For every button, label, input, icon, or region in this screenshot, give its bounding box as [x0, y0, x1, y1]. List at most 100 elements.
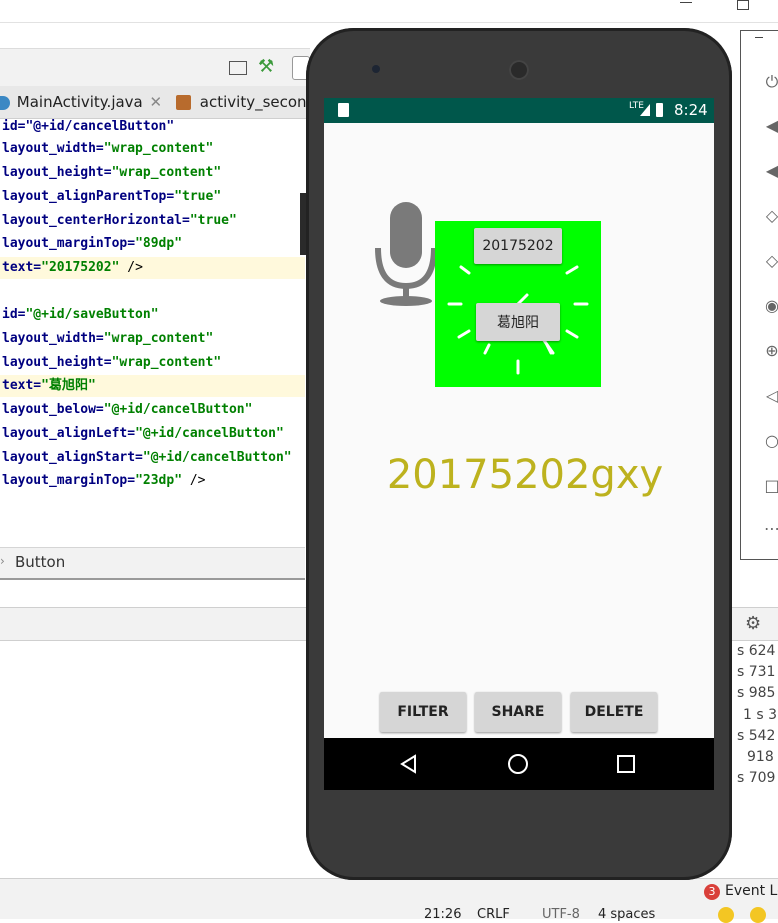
log-line: s 542 — [737, 728, 776, 744]
divider — [0, 22, 778, 23]
log-line: 1 s 3 — [743, 707, 778, 723]
battery-icon — [656, 103, 663, 117]
feedback-smiley-icon[interactable] — [750, 907, 766, 923]
gear-icon[interactable]: ⚙ — [745, 613, 761, 634]
log-line: s 709 — [737, 770, 776, 786]
status-time: 8:24 — [674, 101, 708, 119]
panel-splitter[interactable] — [0, 578, 305, 580]
code-attr: layout_alignStart= — [2, 450, 143, 465]
code-value: "true" — [174, 189, 222, 204]
code-attr: layout_alignLeft= — [2, 426, 136, 441]
build-hammer-icon[interactable]: ⚒ — [258, 57, 274, 77]
code-text: id="@+id/cancelButton" — [2, 119, 175, 134]
code-line-highlighted: text="葛旭阳" — [0, 375, 305, 397]
tab-activity-second[interactable]: activity_second — [176, 86, 310, 118]
power-icon[interactable]: ⏻ — [763, 73, 778, 91]
camera-icon[interactable]: ◉ — [763, 297, 778, 315]
code-line: layout_alignParentTop="true" — [2, 186, 221, 208]
volume-up-icon[interactable]: ◀ — [763, 117, 778, 135]
rotate-right-icon[interactable]: ◇ — [763, 252, 778, 270]
rotate-left-icon[interactable]: ◇ — [763, 207, 778, 225]
code-line-highlighted: text="20175202" /> — [0, 257, 305, 279]
code-line: id="@+id/saveButton" — [2, 304, 159, 326]
feedback-smiley-icon[interactable] — [718, 907, 734, 923]
chevron-right-icon: › — [0, 554, 5, 568]
overview-icon[interactable]: □ — [763, 477, 778, 495]
code-value: "20175202" — [41, 260, 120, 275]
code-value: "wrap_content" — [103, 141, 214, 156]
number-button[interactable]: 20175202 — [474, 228, 562, 264]
code-editor[interactable]: id="@+id/cancelButton" layout_width="wra… — [0, 119, 305, 546]
code-line: layout_marginTop="89dp" — [2, 233, 182, 255]
share-button[interactable]: SHARE — [475, 692, 561, 732]
signal-icon — [640, 104, 650, 116]
code-value: "23dp" — [135, 473, 183, 488]
maximize-icon[interactable] — [737, 0, 749, 10]
code-value: "true" — [189, 213, 237, 228]
breadcrumb-item[interactable]: Button — [15, 553, 65, 571]
ide-status-bar: 21:26 CRLF UTF-8 4 spaces — [0, 903, 778, 923]
filter-button[interactable]: FILTER — [380, 692, 466, 732]
big-text-label: 20175202gxy — [386, 452, 664, 498]
code-value: "@+id/saveButton" — [25, 307, 159, 322]
minimize-icon[interactable] — [680, 2, 692, 3]
editor-tabs: MainActivity.java ✕ activity_second — [0, 86, 310, 119]
code-attr: id= — [2, 307, 26, 322]
tab-mainactivity[interactable]: MainActivity.java ✕ — [0, 86, 160, 118]
log-line: s 731 — [737, 664, 776, 680]
delete-button[interactable]: DELETE — [571, 692, 657, 732]
code-attr: layout_marginTop= — [2, 473, 136, 488]
microphone-icon — [375, 202, 437, 306]
zoom-icon[interactable]: ⊕ — [763, 342, 778, 360]
code-attr: layout_centerHorizontal= — [2, 213, 190, 228]
code-line: layout_below="@+id/cancelButton" — [2, 399, 252, 421]
code-line: layout_alignLeft="@+id/cancelButton" — [2, 423, 284, 445]
indent-setting[interactable]: 4 spaces — [598, 907, 655, 922]
home-icon[interactable]: ○ — [763, 432, 778, 450]
caret-position[interactable]: 21:26 — [424, 907, 461, 922]
tool-window-bar: 3 Event Lo — [0, 878, 778, 903]
code-value: "89dp" — [135, 236, 183, 251]
name-button[interactable]: 葛旭阳 — [476, 303, 560, 341]
code-value: "葛旭阳" — [41, 378, 96, 393]
code-tag-end: /> — [119, 260, 143, 275]
code-tag-end: /> — [182, 473, 206, 488]
code-attr: text= — [2, 378, 42, 393]
code-attr: layout_width= — [2, 141, 104, 156]
code-attr: layout_height= — [2, 165, 112, 180]
run-config-icon[interactable] — [229, 61, 247, 75]
code-value: "wrap_content" — [111, 165, 222, 180]
code-line: id="@+id/cancelButton" — [2, 116, 174, 138]
close-icon[interactable]: ✕ — [150, 93, 160, 111]
code-value: "wrap_content" — [111, 355, 222, 370]
java-class-icon — [0, 95, 10, 110]
code-value: "wrap_content" — [103, 331, 214, 346]
code-line: layout_alignStart="@+id/cancelButton" — [2, 447, 292, 469]
code-attr: layout_alignParentTop= — [2, 189, 175, 204]
phone-screen: LTE 8:24 20175202 葛旭阳 20175202gxy FILTER — [324, 98, 714, 790]
code-value: "@+id/cancelButton" — [103, 402, 253, 417]
log-line: s 985 — [737, 685, 776, 701]
tab-label: activity_second — [199, 93, 310, 111]
back-icon[interactable]: ◁ — [763, 387, 778, 405]
sd-card-icon — [338, 103, 349, 117]
event-log-badge: 3 — [704, 884, 720, 900]
minimize-icon[interactable] — [755, 37, 763, 38]
code-attr: text= — [2, 260, 42, 275]
file-encoding[interactable]: UTF-8 — [542, 907, 580, 922]
side-button[interactable] — [300, 193, 306, 255]
speaker-grille-icon — [509, 60, 529, 80]
code-attr: layout_height= — [2, 355, 112, 370]
volume-down-icon[interactable]: ◀ — [763, 162, 778, 180]
xml-file-icon — [176, 95, 191, 110]
code-attr: layout_width= — [2, 331, 104, 346]
code-value: "@+id/cancelButton" — [135, 426, 284, 441]
back-icon[interactable] — [399, 754, 419, 774]
line-separator[interactable]: CRLF — [477, 907, 510, 922]
more-icon[interactable]: ⋯ — [763, 520, 778, 538]
window-title-strip — [0, 0, 778, 22]
home-icon[interactable] — [507, 753, 529, 775]
overview-icon[interactable] — [617, 755, 635, 773]
code-attr: layout_below= — [2, 402, 104, 417]
event-log-tab[interactable]: Event Lo — [725, 883, 778, 899]
